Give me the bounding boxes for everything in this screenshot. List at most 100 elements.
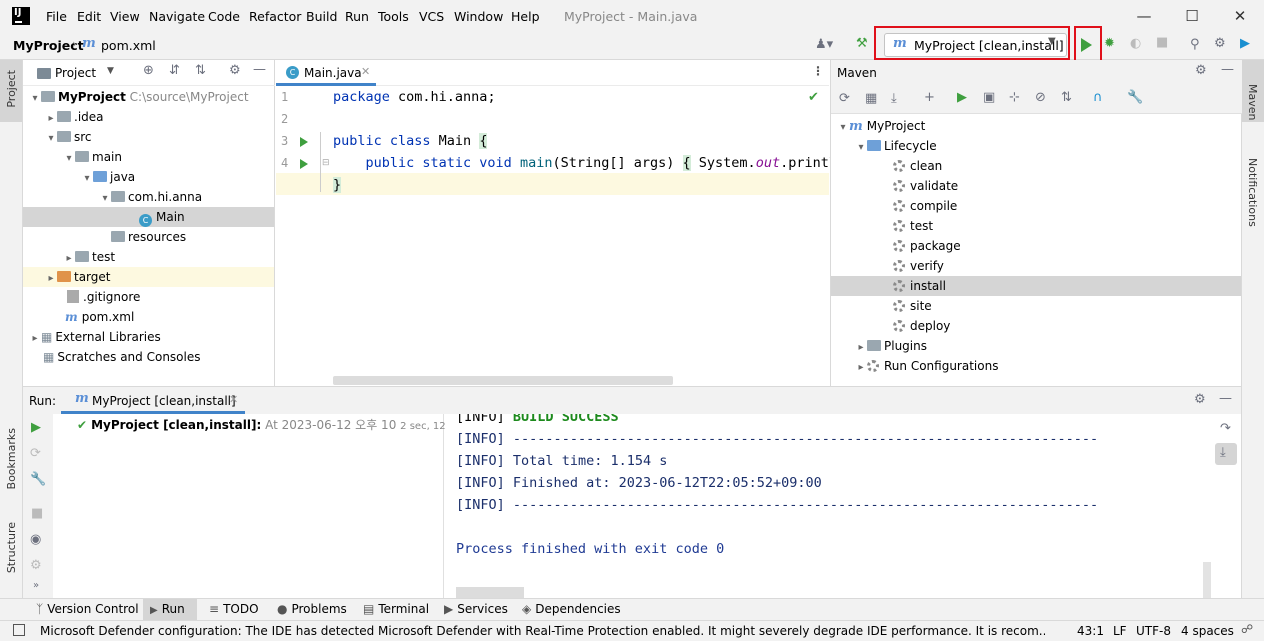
stop-icon[interactable]: ■ — [1156, 35, 1168, 50]
close-window-button[interactable]: ✕ — [1230, 6, 1250, 26]
rerun-icon[interactable]: ▶ — [31, 420, 41, 435]
caret-position[interactable]: 43:1 — [1077, 624, 1104, 638]
maven-goal-package[interactable]: package — [893, 236, 961, 256]
menu-refactor[interactable]: Refactor — [249, 9, 301, 24]
collapse-all-icon[interactable]: ⇅ — [195, 63, 206, 78]
scroll-to-end-icon[interactable]: ⤓ — [1220, 445, 1226, 460]
chevron-down-icon[interactable]: ▼ — [107, 66, 114, 76]
tree-item-target[interactable]: ▸ target — [23, 267, 274, 287]
menu-code[interactable]: Code — [208, 9, 240, 24]
hide-panel-icon[interactable]: — — [253, 62, 266, 77]
tree-item-external-libraries[interactable]: ▸ ▦ External Libraries — [29, 327, 160, 347]
execute-goal-icon[interactable]: ▣ — [983, 90, 995, 105]
hide-panel-icon[interactable]: — — [1221, 62, 1234, 77]
menu-window[interactable]: Window — [454, 9, 503, 24]
breadcrumb-file[interactable]: pom.xml — [101, 38, 156, 53]
maven-run-configurations[interactable]: ▸ Run Configurations — [855, 356, 998, 376]
menu-build[interactable]: Build — [306, 9, 337, 24]
code-line-7[interactable]: } — [333, 177, 342, 193]
soft-wrap-icon[interactable]: ↷ — [1220, 421, 1231, 436]
tree-item-gitignore[interactable]: .gitignore — [67, 287, 140, 307]
tree-item-package[interactable]: ▾ com.hi.anna — [99, 187, 202, 207]
settings-gear-icon[interactable]: ⚙ — [1214, 36, 1226, 51]
tab-version-control[interactable]: ᛉ Version Control — [36, 602, 139, 616]
jetbrains-toolbox-icon[interactable]: ▶ — [1240, 36, 1250, 51]
collapse-icon[interactable]: ⇅ — [1061, 90, 1072, 105]
toggle-offline-icon[interactable]: ⊹ — [1009, 90, 1020, 105]
menu-file[interactable]: File — [46, 9, 67, 24]
console-output[interactable]: [INFO] BUILD SUCCESS [INFO] ------------… — [445, 414, 1205, 599]
tab-dependencies[interactable]: ◈ Dependencies — [522, 602, 621, 616]
expand-all-icon[interactable]: ⇵ — [169, 63, 180, 78]
maven-tool-tab[interactable]: Maven — [1246, 84, 1259, 120]
rerun-failed-icon[interactable]: ⟳ — [30, 446, 41, 461]
close-icon[interactable]: ✕ — [361, 65, 370, 78]
run-tab[interactable]: m MyProject [clean,install] ✕ — [61, 387, 245, 414]
menu-navigate[interactable]: Navigate — [149, 9, 205, 24]
lock-icon[interactable]: ☍ — [1241, 622, 1253, 636]
tree-item-main[interactable]: ▾ main — [63, 147, 122, 167]
vertical-scrollbar[interactable] — [1203, 562, 1211, 599]
maven-goal-clean[interactable]: clean — [893, 156, 942, 176]
tab-services[interactable]: ▶ Services — [444, 602, 508, 616]
minimize-button[interactable]: — — [1134, 6, 1154, 26]
maven-plugins[interactable]: ▸ Plugins — [855, 336, 927, 356]
tree-item-src[interactable]: ▾ src — [45, 127, 91, 147]
more-options-icon[interactable]: ⋮ — [812, 64, 824, 78]
run-result-item[interactable]: ✔ MyProject [clean,install]: At 2023-06-1… — [77, 415, 470, 435]
reimport-folder-icon[interactable]: ▦ — [865, 91, 877, 106]
wrench-icon[interactable]: 🔧 — [30, 472, 46, 487]
maven-goal-install[interactable]: install — [831, 276, 1241, 296]
horizontal-scrollbar[interactable] — [333, 376, 673, 385]
file-encoding[interactable]: UTF-8 — [1136, 624, 1171, 638]
code-line-4[interactable]: public static void main(String[] args) {… — [333, 155, 837, 171]
maven-goal-test[interactable]: test — [893, 216, 933, 236]
close-icon[interactable]: ✕ — [229, 393, 238, 406]
status-toggle-icon[interactable] — [13, 624, 25, 636]
maven-goal-compile[interactable]: compile — [893, 196, 957, 216]
menu-help[interactable]: Help — [511, 9, 540, 24]
run-main-gutter-icon[interactable] — [300, 159, 308, 169]
analyze-dependencies-icon[interactable]: ∩ — [1093, 90, 1103, 105]
build-hammer-icon[interactable]: ⚒ — [856, 36, 868, 51]
status-message[interactable]: Microsoft Defender configuration: The ID… — [40, 624, 1045, 638]
code-line-1[interactable]: package com.hi.anna; — [333, 89, 496, 105]
more-icon[interactable]: » — [33, 580, 39, 591]
indent-setting[interactable]: 4 spaces — [1181, 624, 1234, 638]
maven-goal-site[interactable]: site — [893, 296, 932, 316]
notifications-tool-tab[interactable]: Notifications — [1246, 158, 1259, 227]
reload-icon[interactable]: ⟳ — [839, 91, 850, 106]
settings-small-icon[interactable]: ⚙ — [30, 558, 42, 573]
fold-icon[interactable]: ⊟ — [322, 158, 330, 168]
maven-goal-verify[interactable]: verify — [893, 256, 944, 276]
view-icon[interactable]: ◉ — [30, 532, 41, 547]
run-button[interactable] — [1081, 38, 1092, 52]
stop-icon[interactable]: ■ — [31, 506, 43, 521]
tab-todo[interactable]: ≡ TODO — [209, 602, 259, 616]
run-goal-icon[interactable]: ▶ — [957, 90, 967, 105]
settings-gear-icon[interactable]: ⚙ — [1195, 63, 1207, 78]
tree-item-java[interactable]: ▾ java — [81, 167, 135, 187]
settings-gear-icon[interactable]: ⚙ — [1194, 392, 1206, 407]
line-separator[interactable]: LF — [1113, 624, 1127, 638]
run-class-gutter-icon[interactable] — [300, 137, 308, 147]
hide-panel-icon[interactable]: — — [1219, 391, 1232, 406]
tab-problems[interactable]: ● Problems — [277, 602, 347, 616]
tab-run[interactable]: ▶ Run — [150, 602, 185, 616]
maximize-button[interactable]: ☐ — [1182, 6, 1202, 26]
download-icon[interactable]: ⤓ — [891, 91, 897, 106]
maven-lifecycle[interactable]: ▾ Lifecycle — [855, 136, 936, 156]
menu-run[interactable]: Run — [345, 9, 369, 24]
menu-view[interactable]: View — [110, 9, 140, 24]
settings-gear-icon[interactable]: ⚙ — [229, 63, 241, 78]
search-icon[interactable]: ⚲ — [1190, 37, 1200, 52]
maven-goal-deploy[interactable]: deploy — [893, 316, 950, 336]
add-icon[interactable]: + — [924, 90, 935, 105]
menu-tools[interactable]: Tools — [378, 9, 409, 24]
wrench-settings-icon[interactable]: 🔧 — [1127, 90, 1143, 105]
tree-item-main-class[interactable]: C Main — [23, 207, 274, 227]
menu-edit[interactable]: Edit — [77, 9, 101, 24]
maven-goal-validate[interactable]: validate — [893, 176, 958, 196]
tree-item-scratches[interactable]: ▦ Scratches and Consoles — [43, 347, 200, 367]
project-view-title[interactable]: Project — [55, 66, 96, 80]
